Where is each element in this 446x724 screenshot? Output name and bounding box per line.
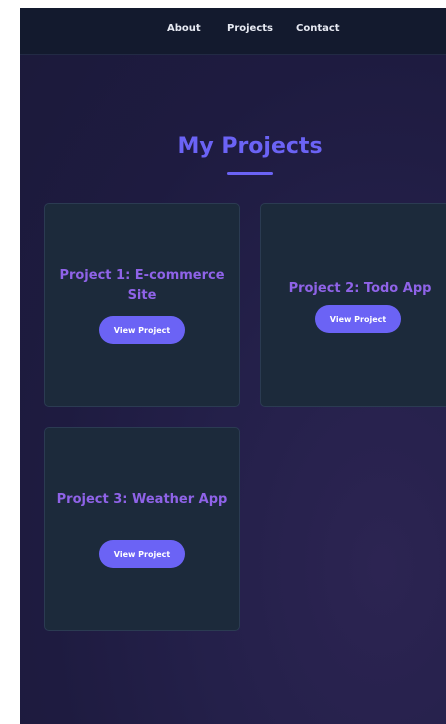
nav-link-contact[interactable]: Contact: [296, 23, 340, 34]
view-project-button-1[interactable]: View Project: [99, 316, 185, 344]
view-project-button-3[interactable]: View Project: [99, 540, 185, 568]
project-card-title: Project 3: Weather App: [56, 492, 228, 507]
nav-link-projects[interactable]: Projects: [227, 23, 273, 34]
page-viewport: About Projects Contact My Projects Proje…: [20, 8, 446, 724]
project-card-title: Project 1: E-commerce Site: [59, 268, 225, 303]
project-card-1: Project 1: E-commerce Site View Project: [44, 203, 240, 407]
top-navbar: About Projects Contact: [20, 8, 446, 55]
project-card-3: Project 3: Weather App View Project: [44, 427, 240, 631]
project-card-2: Project 2: Todo App View Project: [260, 203, 446, 407]
section-title: My Projects: [177, 134, 323, 159]
title-underline: [227, 172, 273, 175]
project-card-title: Project 2: Todo App: [288, 281, 432, 296]
view-project-button-2[interactable]: View Project: [315, 305, 401, 333]
nav-link-about[interactable]: About: [167, 23, 201, 34]
